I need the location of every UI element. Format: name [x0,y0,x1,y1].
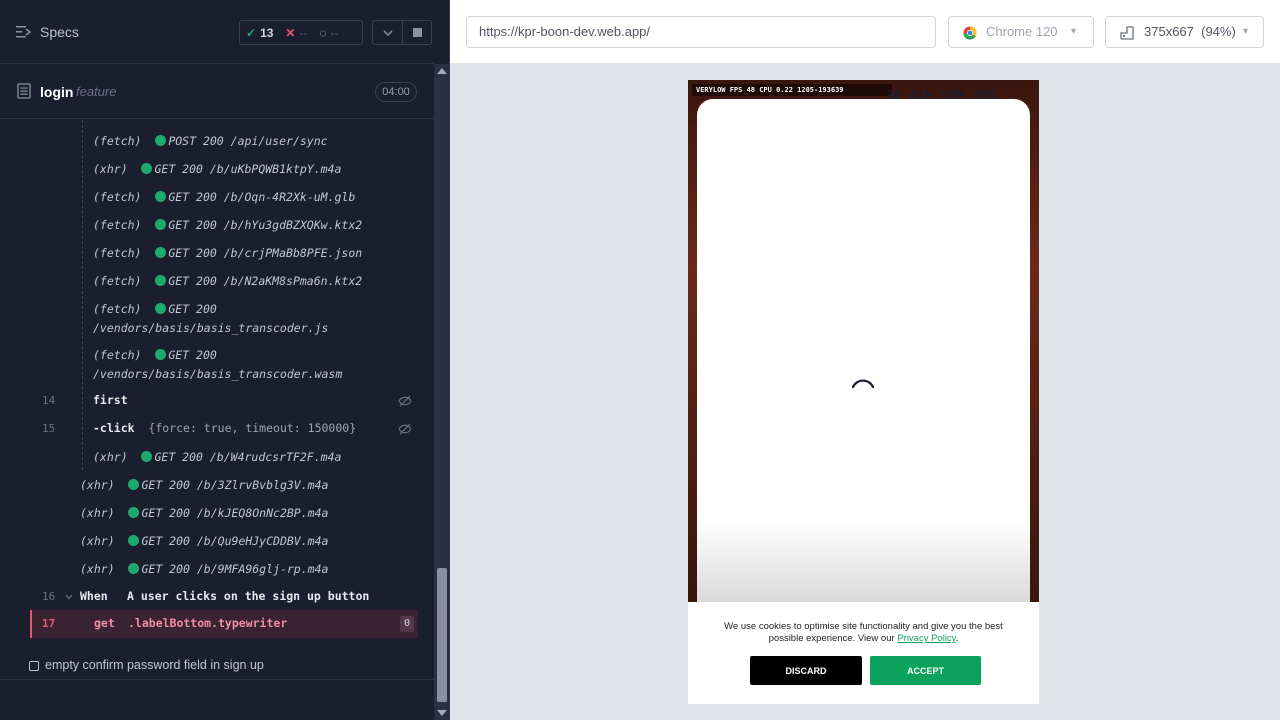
privacy-policy-link[interactable]: Privacy Policy [897,633,955,644]
element-count-badge: 0 [400,616,414,632]
log-row[interactable]: (xhr) GET 200 /b/kJEQ8OnNc2BP.m4a [80,506,328,520]
status-dot-icon [155,135,167,146]
log-row[interactable]: (xhr) GET 200 /b/9MFA96glj-rp.m4a [80,562,328,576]
log-row-continued: /vendors/basis/basis_transcoder.js [93,321,329,335]
step-keyword: When [80,589,108,603]
status-dot-icon [155,219,167,230]
log-row[interactable]: (fetch) GET 200 /b/N2aKM8sPma6n.ktx2 [93,274,362,288]
specs-header: Specs ✓ 13 ✕ -- ◌ -- [0,0,434,64]
app-frame: VERYLOW FPS 48 CPU 0.22 1205-193639 3D 0… [688,80,1039,704]
eye-slash-icon[interactable] [398,394,412,408]
status-dot-icon [128,563,140,574]
reporter-panel: Specs ✓ 13 ✕ -- ◌ -- login feature 04:00… [0,0,450,720]
debug-hud: VERYLOW FPS 48 CPU 0.22 1205-193639 [692,84,892,96]
step-when[interactable]: 16 When A user clicks on the sign up but… [30,586,418,612]
spec-duration: 04:00 [375,82,417,102]
spinner-icon: ◌ [319,25,327,40]
viewport-selector[interactable]: 375x667 (94%) ▾ [1105,16,1264,48]
app-preview: https://kpr-boon-dev.web.app/ Chrome 120… [450,0,1280,720]
status-dot-icon [155,275,167,286]
line-number: 14 [42,394,56,407]
cross-icon: ✕ [285,25,296,40]
log-row[interactable]: (xhr) GET 200 /b/Qu9eHJyCDDBV.m4a [80,534,328,548]
pending-count: -- [330,25,339,40]
spec-file-ext: feature [76,84,117,99]
log-row[interactable]: (fetch) GET 200 [93,348,217,362]
log-row[interactable]: (fetch) POST 200 /api/user/sync [93,134,328,148]
command-selector: .labelBottom.typewriter [128,616,288,630]
status-dot-icon [128,479,140,490]
line-number: 17 [42,617,56,630]
status-dot-icon [128,535,140,546]
chrome-icon [963,26,977,40]
log-row[interactable]: (fetch) GET 200 /b/hYu3gdBZXQKw.ktx2 [93,218,362,232]
log-row[interactable]: (xhr) GET 200 /b/W4rudcsrTF2F.m4a [93,450,341,464]
log-row[interactable]: (xhr) GET 200 /b/uKbPQWB1ktpY.m4a [93,162,341,176]
stop-icon [412,28,422,37]
passed-count: 13 [260,25,274,40]
specs-list-icon[interactable] [16,25,32,39]
pending-stat: ◌ -- [313,26,344,40]
discard-button[interactable]: DISCARD [750,656,862,685]
command-log-scrollbar[interactable] [434,64,450,720]
accept-button[interactable]: ACCEPT [870,656,981,685]
command-get: get [94,616,115,630]
chevron-down-icon: ▾ [1071,26,1077,37]
log-row[interactable]: (fetch) GET 200 [93,302,217,316]
preview-toolbar: https://kpr-boon-dev.web.app/ Chrome 120… [450,0,1280,64]
viewport-size: 375x667 (94%) [1144,24,1236,39]
failed-count: -- [299,25,308,40]
test-checkbox[interactable] [29,661,39,671]
command-log: (fetch) POST 200 /api/user/sync (xhr) GE… [30,120,418,640]
eye-slash-icon[interactable] [398,422,412,436]
log-row-continued: /vendors/basis/basis_transcoder.wasm [93,367,343,381]
loading-spinner-icon [851,379,875,389]
status-dot-icon [155,303,167,314]
log-row[interactable]: (fetch) GET 200 /b/crjPMaBb8PFE.json [93,246,362,260]
chevron-down-icon: ▾ [1243,26,1249,37]
failed-command-row[interactable]: 17 get .labelBottom.typewriter 0 [30,610,418,638]
card-fade [697,520,1030,610]
status-dot-icon [155,247,167,258]
line-number: 16 [42,590,56,603]
cookie-message: We use cookies to optimise site function… [724,621,1003,644]
browser-name: Chrome 120 [986,24,1058,39]
status-dot-icon [128,507,140,518]
indent-guide [82,120,83,470]
cookie-banner: We use cookies to optimise site function… [688,602,1039,704]
stop-button[interactable] [402,20,432,45]
status-dot-icon [155,191,167,202]
failed-stat: ✕ -- [279,26,313,40]
command-click[interactable]: -click {force: true, timeout: 150000} [93,421,356,435]
document-icon [17,83,31,99]
browser-selector[interactable]: Chrome 120 ▾ [948,16,1094,48]
status-dot-icon [155,349,167,360]
url-field[interactable]: https://kpr-boon-dev.web.app/ [466,16,936,48]
scroll-up-icon[interactable] [437,68,447,74]
specs-title[interactable]: Specs [40,24,79,40]
check-icon: ✓ [246,25,257,40]
chevron-down-icon[interactable] [65,594,73,600]
run-stats: ✓ 13 ✕ -- ◌ -- [239,20,363,45]
status-dot-icon [141,451,153,462]
chevron-down-button[interactable] [372,20,402,45]
passed-stat: ✓ 13 [240,26,279,40]
next-test-title[interactable]: empty confirm password field in sign up [45,658,264,672]
scroll-thumb[interactable] [437,568,447,702]
status-dot-icon [141,163,153,174]
ruler-icon [1120,26,1134,40]
log-row[interactable]: (fetch) GET 200 /b/Oqn-4R2Xk-uM.glb [93,190,355,204]
spec-file-name[interactable]: login [40,84,73,100]
command-first[interactable]: first [93,393,128,407]
chevron-down-icon [382,29,393,36]
line-number: 15 [42,422,56,435]
log-row[interactable]: (xhr) GET 200 /b/3ZlrvBvblg3V.m4a [80,478,328,492]
scroll-down-icon[interactable] [437,710,447,716]
step-text: A user clicks on the sign up button [127,589,370,603]
